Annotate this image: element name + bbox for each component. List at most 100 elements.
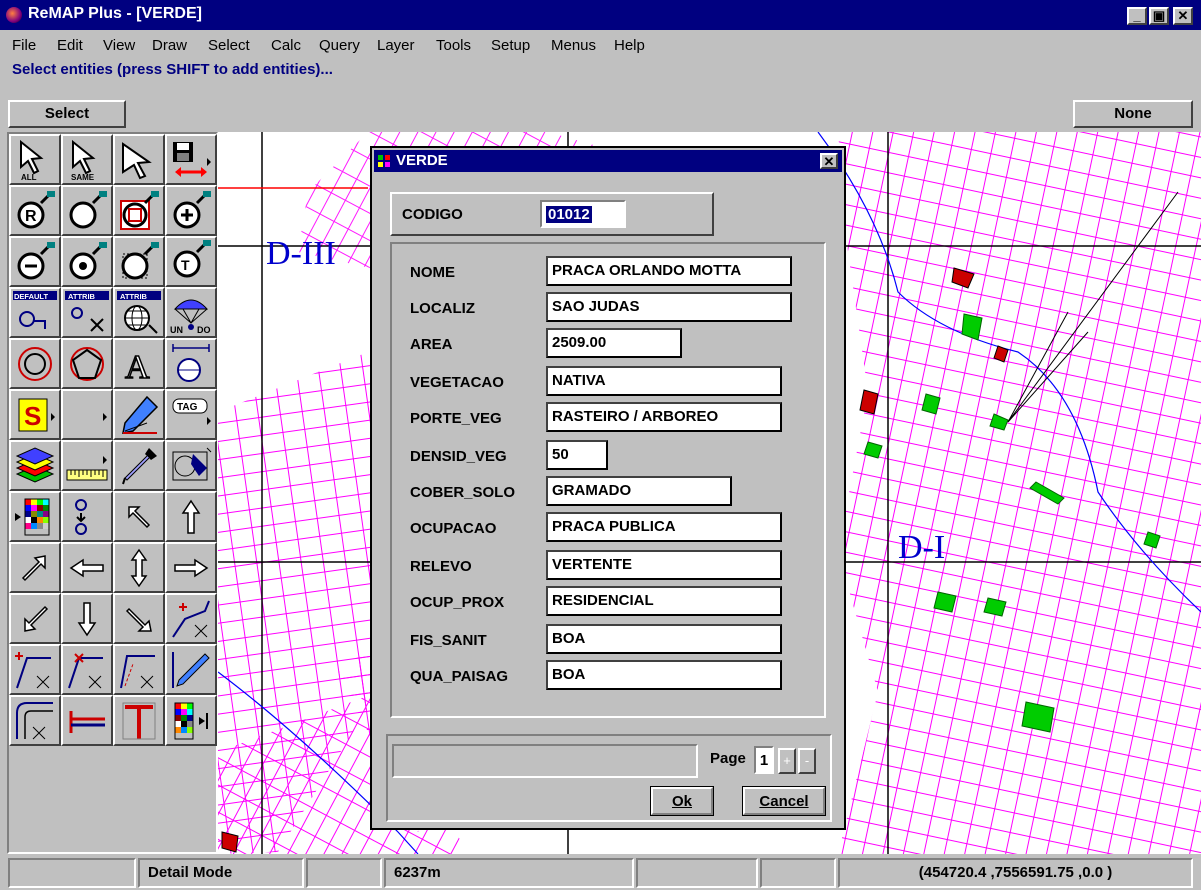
palette-tool[interactable] <box>165 440 217 491</box>
attrib-copy-tool[interactable] <box>61 491 113 542</box>
dialog-title-bar[interactable]: VERDE ✕ <box>374 150 842 172</box>
move-ne-tool[interactable] <box>9 542 61 593</box>
field-vegetacao[interactable]: NATIVA <box>546 366 782 396</box>
menu-view[interactable]: View <box>103 37 135 54</box>
field-fis-sanit[interactable]: BOA <box>546 624 782 654</box>
arrow-icon: SAME <box>71 139 96 182</box>
delete-vertex-tool[interactable] <box>61 644 113 695</box>
menu-layer[interactable]: Layer <box>377 37 415 54</box>
next-page-button[interactable]: + <box>778 748 796 774</box>
circle-box-tool[interactable] <box>113 185 165 236</box>
ok-button[interactable]: Ok <box>650 786 714 816</box>
add-vertex-tool[interactable] <box>165 593 217 644</box>
status-mode: Detail Mode <box>138 858 304 888</box>
page-label: Page <box>710 750 746 767</box>
circle-radius-tool[interactable]: R <box>9 185 61 236</box>
layers-tool[interactable] <box>9 440 61 491</box>
attrib-edit-tool[interactable]: ATTRIB <box>61 287 113 338</box>
move-left-tool[interactable] <box>61 542 113 593</box>
circle-dot-icon <box>69 241 107 279</box>
field-localiz[interactable]: SAO JUDAS <box>546 292 792 322</box>
menu-help[interactable]: Help <box>614 37 645 54</box>
field-label-densid-veg: DENSID_VEG <box>410 448 507 465</box>
menu-file[interactable]: File <box>12 37 36 54</box>
move-vertical-tool[interactable] <box>113 542 165 593</box>
codigo-field[interactable]: 01012 <box>540 200 626 228</box>
tool-label-all: ALL <box>21 173 37 182</box>
minimize-button[interactable]: _ <box>1127 7 1147 25</box>
default-attrib-tool[interactable]: DEFAULT <box>9 287 61 338</box>
save-selection-tool[interactable] <box>165 134 217 185</box>
arc-tool[interactable] <box>9 338 61 389</box>
circle-center-tool[interactable] <box>165 185 217 236</box>
map-label-di: D-I <box>898 529 945 566</box>
menu-edit[interactable]: Edit <box>57 37 83 54</box>
menu-calc[interactable]: Calc <box>271 37 301 54</box>
field-qua-paisag[interactable]: BOA <box>546 660 782 690</box>
circle-point-tool[interactable] <box>61 236 113 287</box>
circle-square-tool[interactable] <box>113 236 165 287</box>
symbol-tool[interactable]: S <box>9 389 61 440</box>
menu-select[interactable]: Select <box>208 37 250 54</box>
line-edit-icon <box>172 651 210 688</box>
ruler-tool[interactable] <box>61 440 113 491</box>
field-relevo[interactable]: VERTENTE <box>546 550 782 580</box>
move-up-tool[interactable] <box>165 491 217 542</box>
menu-menus[interactable]: Menus <box>551 37 596 54</box>
color-grid-tool[interactable] <box>9 491 61 542</box>
select-tool[interactable] <box>113 134 165 185</box>
empty-tool[interactable] <box>61 389 113 440</box>
field-area[interactable]: 2509.00 <box>546 328 682 358</box>
circle-minus-tool[interactable] <box>9 236 61 287</box>
dimension-tool[interactable] <box>165 338 217 389</box>
move-se-tool[interactable] <box>113 593 165 644</box>
color-fill-tool[interactable] <box>165 695 217 746</box>
menu-setup[interactable]: Setup <box>491 37 530 54</box>
app-icon[interactable] <box>6 7 22 23</box>
layer-indicator[interactable]: None <box>1073 100 1193 128</box>
field-label-relevo: RELEVO <box>410 558 472 575</box>
move-right-tool[interactable] <box>165 542 217 593</box>
move-nw-tool[interactable] <box>113 491 165 542</box>
attrib-globe-tool[interactable]: ATTRIB <box>113 287 165 338</box>
codigo-value: 01012 <box>546 206 592 223</box>
field-cober-solo[interactable]: GRAMADO <box>546 476 732 506</box>
offset-tool[interactable] <box>9 695 61 746</box>
select-same-tool[interactable]: SAME <box>61 134 113 185</box>
insert-vertex-tool[interactable] <box>9 644 61 695</box>
undo-tool[interactable]: UN DO <box>165 287 217 338</box>
field-label-porte-veg: PORTE_VEG <box>410 410 502 427</box>
field-ocupacao[interactable]: PRACA PUBLICA <box>546 512 782 542</box>
eyedropper-tool[interactable] <box>113 440 165 491</box>
field-densid-veg[interactable]: 50 <box>546 440 608 470</box>
prev-page-button[interactable]: - <box>798 748 816 774</box>
parachute-undo-icon: UN DO <box>170 299 211 335</box>
mode-indicator[interactable]: Select <box>8 100 126 128</box>
field-nome[interactable]: PRACA ORLANDO MOTTA <box>546 256 792 286</box>
extend-tool[interactable] <box>113 695 165 746</box>
field-ocup-prox[interactable]: RESIDENCIAL <box>546 586 782 616</box>
circle-tool[interactable] <box>61 185 113 236</box>
move-vertex-tool[interactable] <box>113 644 165 695</box>
page-number[interactable]: 1 <box>754 746 774 774</box>
move-down-tool[interactable] <box>61 593 113 644</box>
select-all-tool[interactable]: ALL <box>9 134 61 185</box>
line-edit-tool[interactable] <box>165 644 217 695</box>
field-porte-veg[interactable]: RASTEIRO / ARBOREO <box>546 402 782 432</box>
tag-tool[interactable]: TAG <box>165 389 217 440</box>
menu-draw[interactable]: Draw <box>152 37 187 54</box>
trim-tool[interactable] <box>61 695 113 746</box>
menu-query[interactable]: Query <box>319 37 360 54</box>
restore-button[interactable]: ▣ <box>1149 7 1169 25</box>
pencil-tool[interactable] <box>113 389 165 440</box>
close-button[interactable]: ✕ <box>1173 7 1193 25</box>
menu-tools[interactable]: Tools <box>436 37 471 54</box>
arrow-ne-icon <box>21 554 46 581</box>
polygon-tool[interactable] <box>61 338 113 389</box>
arrow-right-icon <box>174 558 209 577</box>
circle-tangent-tool[interactable]: T <box>165 236 217 287</box>
dialog-close-button[interactable]: ✕ <box>820 153 838 169</box>
cancel-button[interactable]: Cancel <box>742 786 826 816</box>
move-sw-tool[interactable] <box>9 593 61 644</box>
text-tool[interactable]: A <box>113 338 165 389</box>
